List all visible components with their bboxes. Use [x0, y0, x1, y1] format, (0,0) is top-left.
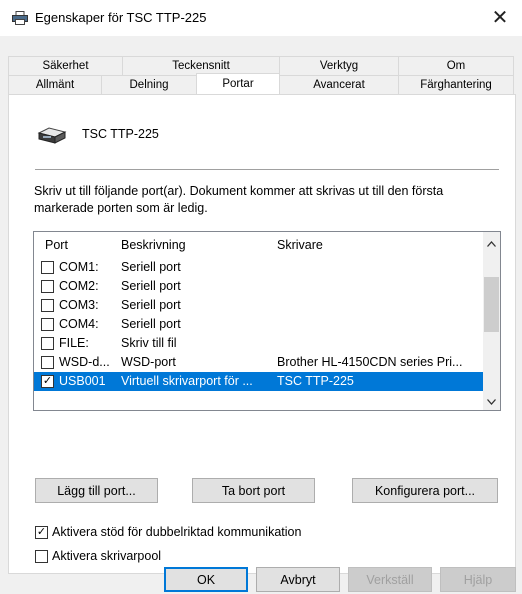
port-description-cell: Skriv till fil — [121, 336, 177, 350]
add-port-button[interactable]: Lägg till port... — [35, 478, 158, 503]
port-description-cell: Seriell port — [121, 317, 181, 331]
tab-advanced[interactable]: Avancerat — [279, 75, 399, 94]
table-row[interactable]: WSD-d... WSD-port Brother HL-4150CDN serie… — [34, 353, 483, 372]
port-description-cell: Seriell port — [121, 298, 181, 312]
table-row[interactable]: FILE: Skriv till fil — [34, 334, 483, 353]
table-row[interactable]: COM3: Seriell port — [34, 296, 483, 315]
ports-panel: TSC TTP-225 Skriv ut till följande port(… — [8, 94, 516, 574]
tab-sharing[interactable]: Delning — [101, 75, 197, 94]
tab-color-management[interactable]: Färghantering — [398, 75, 514, 94]
column-header-description[interactable]: Beskrivning — [121, 238, 186, 252]
port-name-cell: COM1: — [59, 260, 99, 274]
window-title: Egenskaper för TSC TTP-225 — [35, 10, 207, 25]
vertical-scrollbar[interactable] — [483, 232, 500, 410]
column-header-port[interactable]: Port — [45, 238, 68, 252]
remove-port-button[interactable]: Ta bort port — [192, 478, 315, 503]
tab-general[interactable]: Allmänt — [8, 75, 102, 94]
column-header-printer[interactable]: Skrivare — [277, 238, 323, 252]
port-checkbox[interactable] — [41, 261, 54, 274]
port-checkbox[interactable] — [41, 280, 54, 293]
table-row[interactable]: COM1: Seriell port — [34, 258, 483, 277]
port-printer-cell: Brother HL-4150CDN series Pri... — [277, 355, 463, 369]
printer-icon — [12, 11, 28, 25]
cancel-button[interactable]: Avbryt — [256, 567, 340, 592]
port-list[interactable]: Port Beskrivning Skrivare COM1: Seriell p… — [33, 231, 501, 411]
port-name-cell: COM2: — [59, 279, 99, 293]
printer-name: TSC TTP-225 — [82, 127, 159, 141]
scroll-down-button[interactable] — [483, 393, 500, 410]
port-description-cell: Seriell port — [121, 260, 181, 274]
title-bar: Egenskaper för TSC TTP-225 ✕ — [0, 0, 522, 36]
port-checkbox[interactable]: ✓ — [41, 375, 54, 388]
bidirectional-label: Aktivera stöd för dubbelriktad kommunika… — [52, 525, 302, 539]
printer-icon — [37, 127, 67, 144]
pool-checkbox-row[interactable]: Aktivera skrivarpool — [35, 549, 235, 565]
port-checkbox[interactable] — [41, 318, 54, 331]
apply-button[interactable]: Verkställ — [348, 567, 432, 592]
help-button[interactable]: Hjälp — [440, 567, 516, 592]
port-description-cell: Virtuell skrivarport för ... — [121, 374, 253, 388]
port-name-cell: COM3: — [59, 298, 99, 312]
pool-checkbox[interactable] — [35, 550, 48, 563]
divider — [35, 169, 499, 170]
tab-ports[interactable]: Portar — [196, 73, 280, 94]
port-printer-cell: TSC TTP-225 — [277, 374, 354, 388]
port-description-cell: Seriell port — [121, 279, 181, 293]
scroll-up-button[interactable] — [483, 235, 500, 252]
check-icon: ✓ — [36, 526, 47, 538]
close-icon: ✕ — [491, 6, 509, 29]
table-row[interactable]: COM4: Seriell port — [34, 315, 483, 334]
chevron-up-icon — [487, 240, 496, 247]
pool-label: Aktivera skrivarpool — [52, 549, 162, 563]
dialog-body: Säkerhet Teckensnitt Verktyg Om Allmänt … — [0, 36, 522, 594]
port-name-cell: FILE: — [59, 336, 89, 350]
configure-port-button[interactable]: Konfigurera port... — [352, 478, 498, 503]
list-header: Port Beskrivning Skrivare — [34, 232, 484, 258]
port-name-cell: WSD-d... — [59, 355, 110, 369]
table-row[interactable]: ✓ USB001 Virtuell skrivarport för ... TSC T… — [34, 372, 483, 391]
port-description-cell: WSD-port — [121, 355, 176, 369]
port-checkbox[interactable] — [41, 299, 54, 312]
port-checkbox[interactable] — [41, 337, 54, 350]
port-name-cell: USB001 — [59, 374, 106, 388]
ok-button[interactable]: OK — [164, 567, 248, 592]
scrollbar-thumb[interactable] — [484, 277, 499, 332]
tab-tools[interactable]: Verktyg — [279, 56, 399, 75]
port-checkbox[interactable] — [41, 356, 54, 369]
tab-row-lower: Allmänt Delning Portar Avancerat Färghan… — [8, 73, 514, 94]
bidirectional-checkbox-row[interactable]: ✓ Aktivera stöd för dubbelriktad kommuni… — [35, 525, 365, 541]
bidirectional-checkbox[interactable]: ✓ — [35, 526, 48, 539]
check-icon: ✓ — [42, 375, 53, 387]
close-button[interactable]: ✕ — [478, 0, 522, 34]
port-description: Skriv ut till följande port(ar). Dokumen… — [34, 184, 444, 215]
table-row[interactable]: COM2: Seriell port — [34, 277, 483, 296]
chevron-down-icon — [487, 398, 496, 405]
port-name-cell: COM4: — [59, 317, 99, 331]
tab-about[interactable]: Om — [398, 56, 514, 75]
tab-security[interactable]: Säkerhet — [8, 56, 123, 75]
